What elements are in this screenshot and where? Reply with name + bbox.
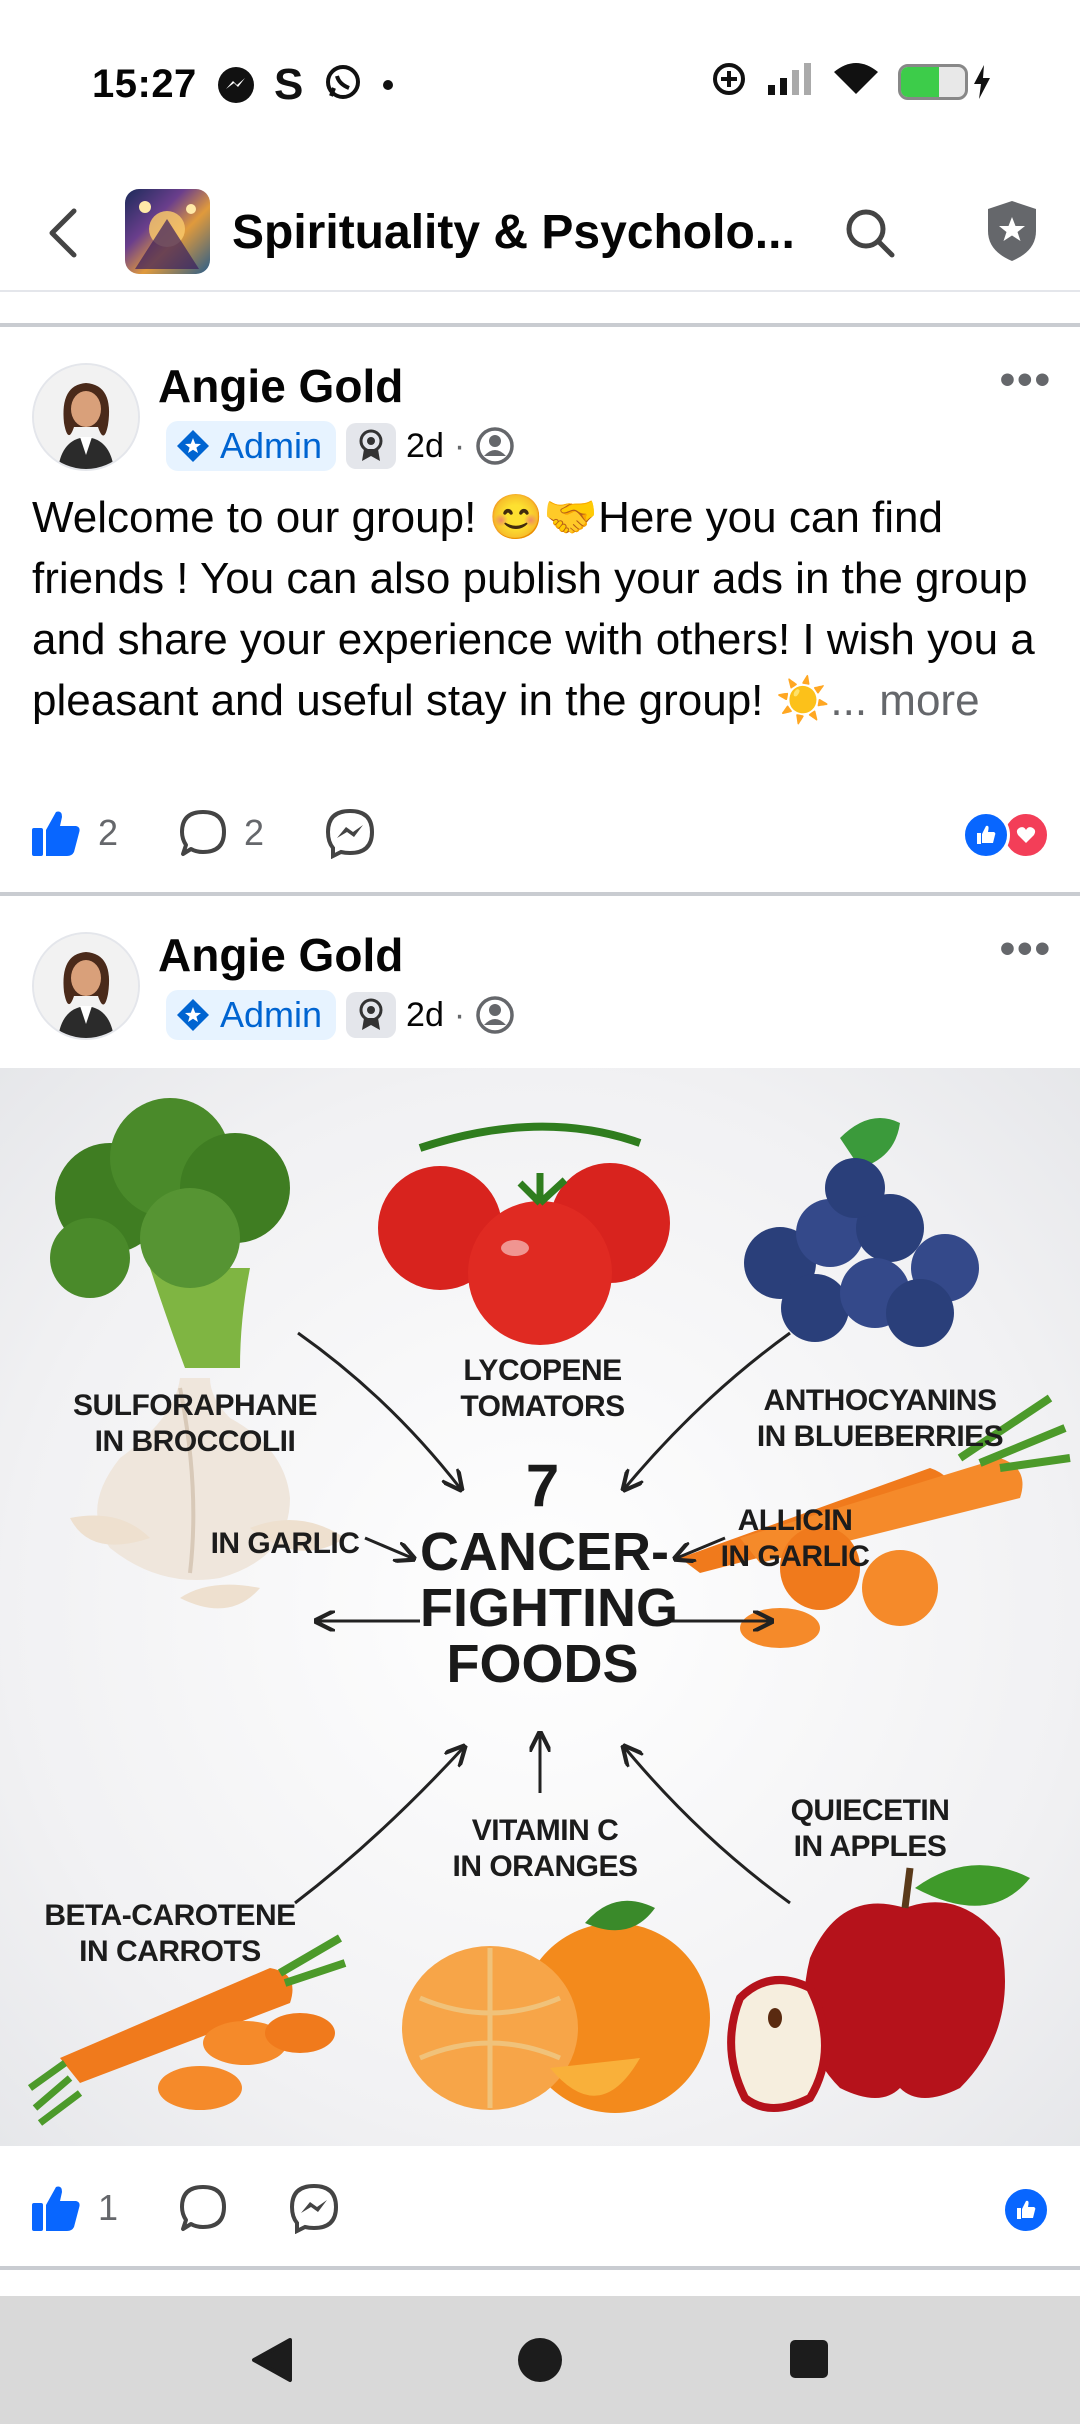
circle-home-icon: [518, 2338, 562, 2382]
admin-tools-button[interactable]: [984, 199, 1040, 268]
like-reaction-icon: [1002, 2186, 1050, 2234]
post-meta: Admin 2d ·: [166, 421, 515, 471]
admin-badge-icon: [177, 999, 209, 1031]
post-image[interactable]: SULFORAPHANE IN BROCCOLII LYCOPENE TOMAT…: [0, 1068, 1080, 2146]
group-title[interactable]: Spirituality & Psycholo...: [232, 205, 792, 260]
square-recents-icon: [790, 2340, 828, 2378]
apple-illustration: [727, 1865, 1030, 2112]
reaction-summary[interactable]: [1002, 2186, 1050, 2234]
status-time: 15:27: [92, 62, 197, 106]
meta-separator: ·: [453, 995, 466, 1034]
comment-button[interactable]: [178, 2183, 228, 2233]
whatsapp-icon: [323, 62, 363, 107]
admin-badge[interactable]: Admin: [166, 990, 337, 1040]
wifi-icon: [832, 60, 880, 103]
nav-home-button[interactable]: [516, 2336, 564, 2389]
reaction-summary[interactable]: [962, 811, 1050, 859]
see-more-link[interactable]: ... more: [830, 676, 979, 725]
label-tomatoes: LYCOPENE TOMATORS: [460, 1354, 625, 1423]
like-count: 2: [98, 812, 119, 853]
label-blueberries: ANTHOCYANINS IN BLUEBERRIES: [756, 1384, 1004, 1453]
chevron-left-icon: [49, 208, 77, 258]
blueberries-illustration: [744, 1118, 979, 1347]
avatar[interactable]: [32, 363, 140, 471]
broccoli-illustration: [50, 1098, 290, 1368]
feed-divider: [0, 2266, 1080, 2270]
shield-star-icon: [988, 201, 1036, 261]
messenger-outline-icon: [326, 808, 375, 859]
search-button[interactable]: [842, 205, 898, 266]
system-navigation-bar: [0, 2296, 1080, 2424]
comment-icon: [180, 810, 227, 856]
group-header: Spirituality & Psycholo...: [0, 175, 1080, 292]
post-options-button[interactable]: •••: [1000, 355, 1052, 405]
skype-icon: S: [274, 59, 304, 109]
member-badge-icon[interactable]: [346, 992, 397, 1038]
label-garlic-left: IN GARLIC: [210, 1527, 360, 1560]
thumbs-up-icon: [32, 2186, 80, 2231]
comment-icon: [180, 2185, 227, 2231]
like-button[interactable]: 1: [30, 2183, 118, 2233]
post-actions: 2 2: [30, 807, 436, 859]
nav-back-button[interactable]: [248, 2336, 294, 2389]
messenger-outline-icon: [290, 2183, 339, 2234]
label-apples: QUIECETIN IN APPLES: [790, 1794, 950, 1863]
oranges-illustration: [402, 1900, 710, 2113]
triangle-back-icon: [252, 2338, 292, 2382]
share-messenger-button[interactable]: [324, 807, 376, 859]
status-notification-icons: S: [218, 59, 394, 109]
messenger-icon: [218, 66, 254, 103]
like-reaction-icon: [962, 811, 1010, 859]
label-broccoli: SULFORAPHANE IN BROCCOLII: [72, 1389, 318, 1458]
post-age[interactable]: 2d: [406, 427, 444, 466]
search-icon: [846, 209, 895, 258]
nav-recents-button[interactable]: [788, 2338, 830, 2385]
comment-button[interactable]: 2: [178, 808, 264, 858]
meta-separator: ·: [453, 426, 466, 465]
like-button[interactable]: 2: [30, 808, 118, 858]
share-messenger-button[interactable]: [288, 2182, 340, 2234]
label-oranges: VITAMIN C IN ORANGES: [452, 1814, 638, 1883]
tomatoes-illustration: [378, 1122, 670, 1345]
infographic-title: 7 CANCER- FIGHTING FOODS: [420, 1452, 678, 1694]
post-body: Welcome to our group! 😊🤝Here you can fin…: [32, 487, 1052, 731]
post-age[interactable]: 2d: [406, 996, 444, 1035]
back-button[interactable]: [40, 203, 90, 263]
post-options-button[interactable]: •••: [1000, 924, 1052, 974]
group-avatar[interactable]: [125, 189, 210, 274]
comment-count: 2: [244, 812, 265, 853]
signal-icon: [766, 61, 814, 102]
status-bar: 15:27 S: [0, 0, 1080, 175]
admin-badge-label: Admin: [220, 994, 323, 1035]
data-saver-icon: [710, 60, 748, 103]
admin-badge-icon: [177, 430, 209, 462]
label-garlic-right: ALLICIN IN GARLIC: [720, 1504, 870, 1573]
members-audience-icon: [476, 996, 514, 1034]
admin-badge-label: Admin: [220, 425, 323, 466]
post-meta: Admin 2d ·: [166, 990, 515, 1040]
post-author[interactable]: Angie Gold: [158, 359, 403, 413]
battery-icon: [898, 63, 992, 100]
avatar[interactable]: [32, 932, 140, 1040]
label-carrots: BETA-CAROTENE IN CARROTS: [44, 1899, 296, 1968]
post-actions: 1: [30, 2182, 400, 2234]
post-author[interactable]: Angie Gold: [158, 928, 403, 982]
member-badge-icon[interactable]: [346, 423, 397, 469]
like-count: 1: [98, 2187, 119, 2228]
dot-icon: [383, 79, 394, 90]
status-system-icons: [710, 60, 992, 103]
post-card: Angie Gold Admin 2d · ••• Welcome to our…: [0, 327, 1080, 892]
thumbs-up-icon: [32, 811, 80, 856]
admin-badge[interactable]: Admin: [166, 421, 337, 471]
members-audience-icon: [476, 427, 514, 465]
